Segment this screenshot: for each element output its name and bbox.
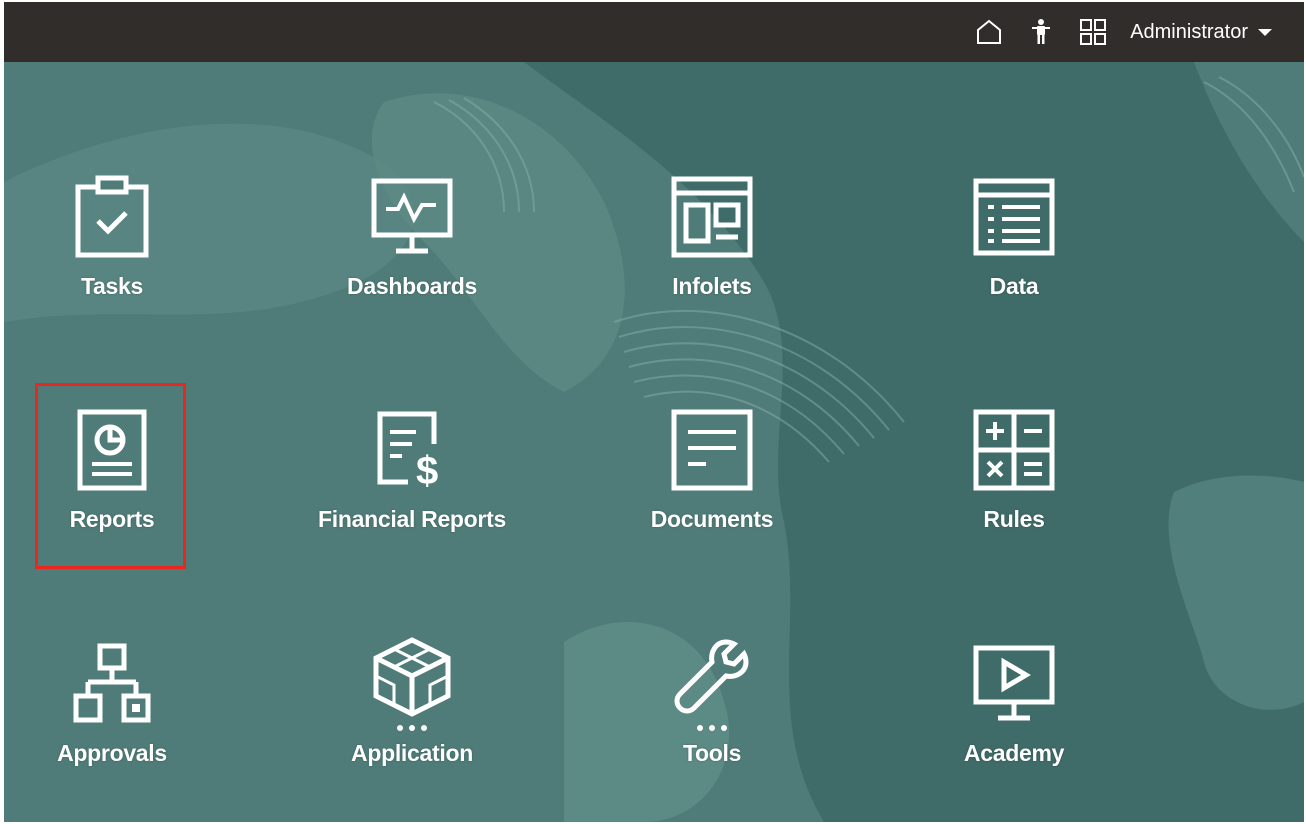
wrench-icon bbox=[662, 634, 762, 734]
tile-documents[interactable]: Documents bbox=[592, 400, 832, 590]
tile-dashboards[interactable]: Dashboards bbox=[292, 167, 532, 357]
tile-approvals[interactable]: Approvals bbox=[4, 634, 232, 822]
tile-tools[interactable]: Tools bbox=[592, 634, 832, 822]
document-icon bbox=[662, 400, 762, 500]
tile-label: Academy bbox=[963, 740, 1065, 766]
tile-application[interactable]: Application bbox=[292, 634, 532, 822]
clipboard-check-icon bbox=[62, 167, 162, 267]
hierarchy-icon bbox=[62, 634, 162, 734]
user-menu[interactable]: Administrator bbox=[1130, 21, 1272, 44]
tile-label: Dashboards bbox=[347, 273, 477, 299]
tile-financial-reports[interactable]: $ Financial Reports bbox=[292, 400, 532, 590]
accessibility-icon[interactable] bbox=[1026, 17, 1056, 47]
tile-label: Infolets bbox=[672, 273, 752, 299]
svg-text:$: $ bbox=[416, 449, 438, 492]
tile-label: Application bbox=[351, 740, 473, 766]
tile-academy[interactable]: Academy bbox=[894, 634, 1134, 822]
springboard: Tasks Dashboards Infolets Data Reports $… bbox=[4, 62, 1304, 822]
report-pie-icon bbox=[62, 400, 162, 500]
tile-reports[interactable]: Reports bbox=[4, 400, 232, 590]
tile-rules[interactable]: Rules bbox=[894, 400, 1134, 590]
cube-icon bbox=[362, 634, 462, 734]
tile-infolets[interactable]: Infolets bbox=[592, 167, 832, 357]
tile-label: Reports bbox=[69, 506, 155, 532]
tile-label: Tools bbox=[682, 740, 742, 766]
global-header: Administrator bbox=[4, 2, 1304, 62]
tile-label: Documents bbox=[650, 506, 774, 532]
app-window: Administrator Tasks Dashboards Infolets … bbox=[4, 2, 1304, 822]
user-name-label: Administrator bbox=[1130, 20, 1248, 43]
tile-label: Financial Reports bbox=[318, 506, 506, 532]
tile-tasks[interactable]: Tasks bbox=[4, 167, 232, 357]
tile-data[interactable]: Data bbox=[894, 167, 1134, 357]
financial-report-icon: $ bbox=[362, 400, 462, 500]
calculator-rules-icon bbox=[964, 400, 1064, 500]
data-form-icon bbox=[964, 167, 1064, 267]
tile-label: Rules bbox=[983, 506, 1045, 532]
video-play-icon bbox=[964, 634, 1064, 734]
navigator-grid-icon[interactable] bbox=[1078, 17, 1108, 47]
infolet-layout-icon bbox=[662, 167, 762, 267]
tile-label: Tasks bbox=[80, 273, 143, 299]
tile-label: Approvals bbox=[57, 740, 167, 766]
tile-label: Data bbox=[989, 273, 1039, 299]
chevron-down-icon bbox=[1258, 28, 1272, 36]
monitor-pulse-icon bbox=[362, 167, 462, 267]
home-icon[interactable] bbox=[974, 17, 1004, 47]
